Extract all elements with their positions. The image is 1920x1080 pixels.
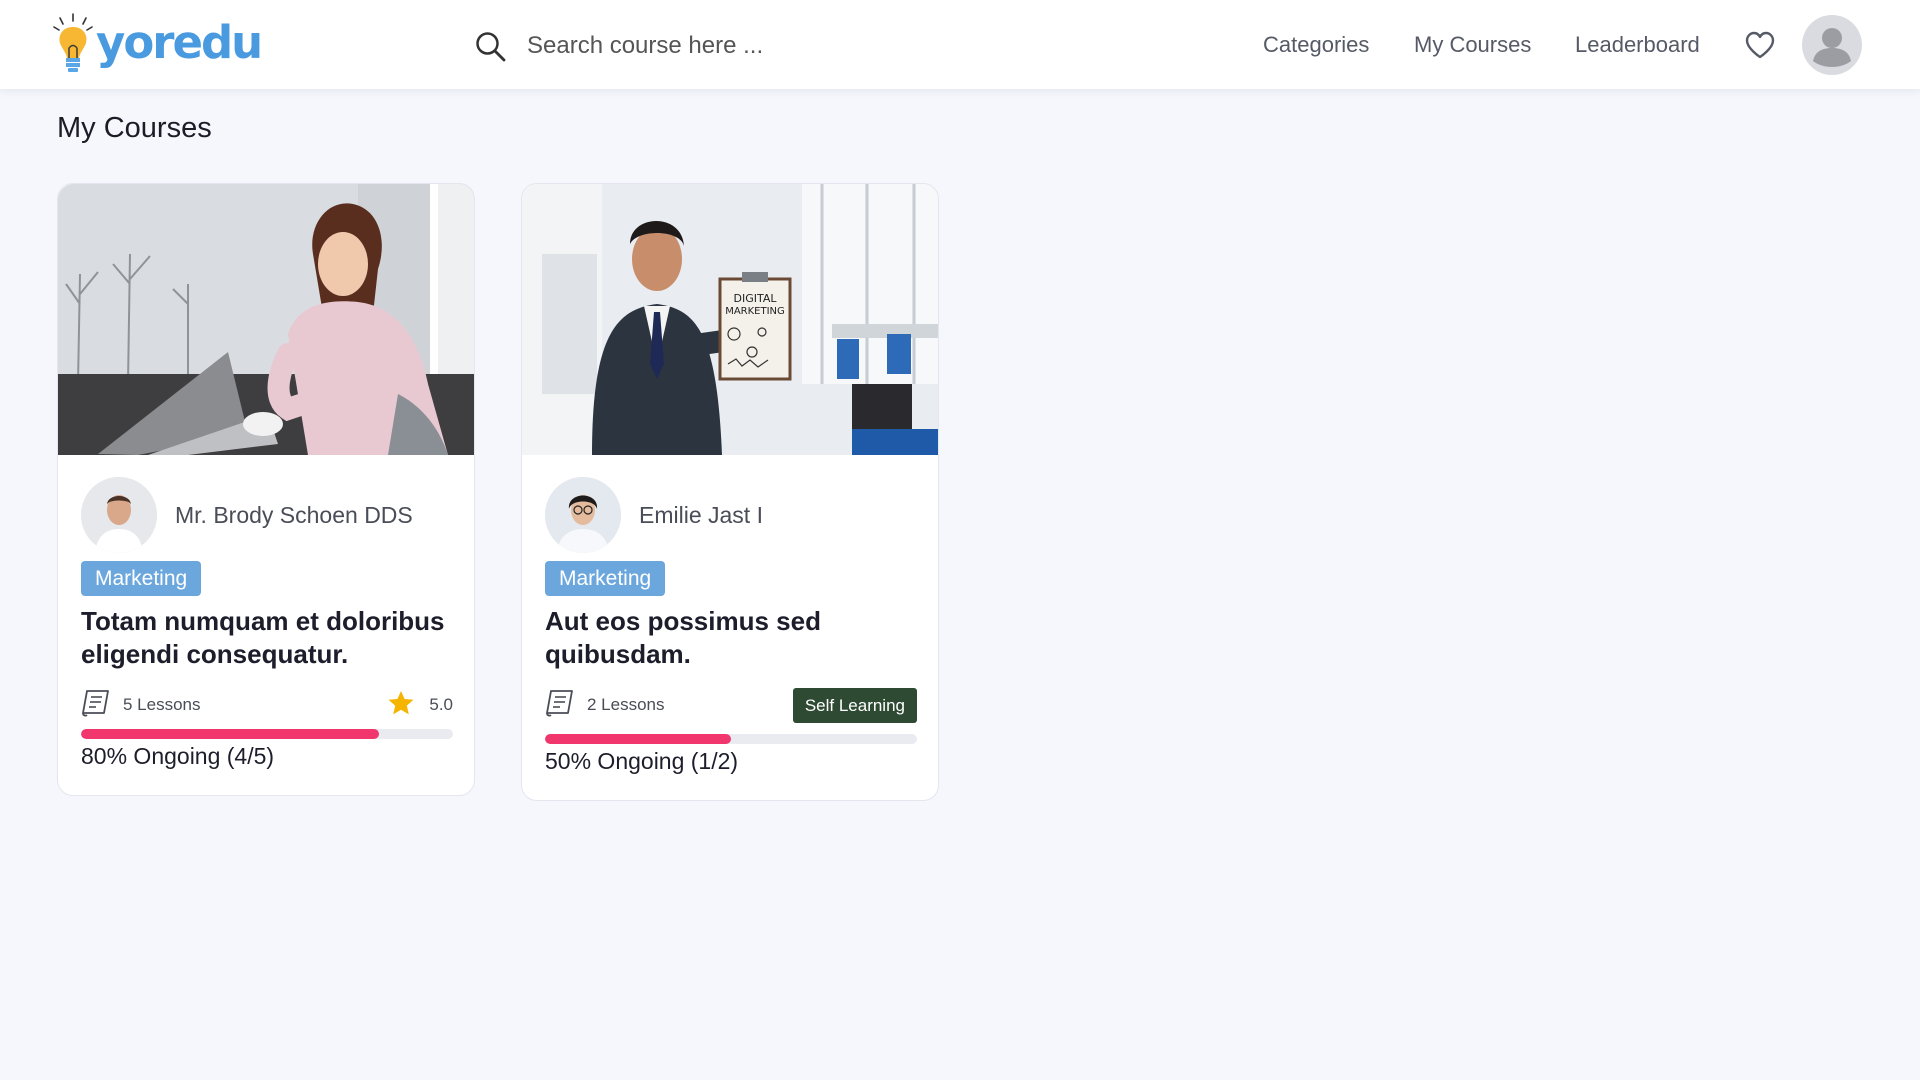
star-icon [388, 691, 414, 715]
author-avatar [545, 477, 621, 553]
user-avatar[interactable] [1802, 15, 1862, 75]
search-input[interactable] [527, 32, 947, 60]
self-learning-badge: Self Learning [792, 688, 917, 723]
progress-bar [81, 729, 453, 739]
progress-label: 80% Ongoing (4/5) [81, 743, 275, 769]
course-meta: 2 Lessons Self Learning [545, 687, 917, 723]
nav-leaderboard[interactable]: Leaderboard [1575, 32, 1700, 58]
course-rating: 5.0 [429, 695, 453, 714]
user-icon [1813, 28, 1851, 67]
progress-fill [545, 734, 731, 744]
search-icon[interactable] [474, 30, 506, 62]
course-title[interactable]: Totam numquam et doloribus eligendi cons… [81, 605, 461, 671]
author-avatar [81, 477, 157, 553]
category-tag: Marketing [81, 561, 202, 596]
logo[interactable]: yoredu [52, 12, 263, 78]
search-bar [474, 26, 947, 66]
top-navbar: yoredu Categories My Courses Leaderboard [0, 0, 1920, 89]
page-title: My Courses [57, 112, 212, 144]
lessons-icon [546, 690, 573, 717]
author: Mr. Brody Schoen DDS [81, 477, 413, 553]
course-card[interactable]: DIGITAL MARKETING Emilie Jast I Marketin… [521, 183, 939, 801]
progress-bar [545, 734, 917, 744]
author-name: Mr. Brody Schoen DDS [175, 501, 413, 528]
course-card[interactable]: Mr. Brody Schoen DDS Marketing Totam num… [57, 183, 475, 796]
lightbulb-icon [53, 13, 93, 72]
course-meta: 5 Lessons 5.0 [81, 687, 453, 721]
heart-icon[interactable] [1745, 31, 1775, 59]
svg-text:MARKETING: MARKETING [725, 306, 785, 317]
lessons-count: 2 Lessons [587, 695, 665, 714]
nav-my-courses[interactable]: My Courses [1414, 32, 1531, 58]
course-thumbnail [58, 184, 474, 455]
course-title[interactable]: Aut eos possimus sed quibusdam. [545, 605, 925, 671]
nav-categories[interactable]: Categories [1263, 32, 1369, 58]
logo-text: yoredu [96, 15, 263, 69]
author-name: Emilie Jast I [639, 501, 763, 528]
category-tag: Marketing [545, 561, 666, 596]
svg-text:DIGITAL: DIGITAL [733, 292, 777, 305]
progress-label: 50% Ongoing (1/2) [545, 748, 739, 774]
author: Emilie Jast I [545, 477, 763, 553]
progress-fill [81, 729, 379, 739]
lessons-count: 5 Lessons [123, 695, 201, 714]
lessons-icon [82, 690, 109, 717]
course-thumbnail: DIGITAL MARKETING [522, 184, 938, 455]
